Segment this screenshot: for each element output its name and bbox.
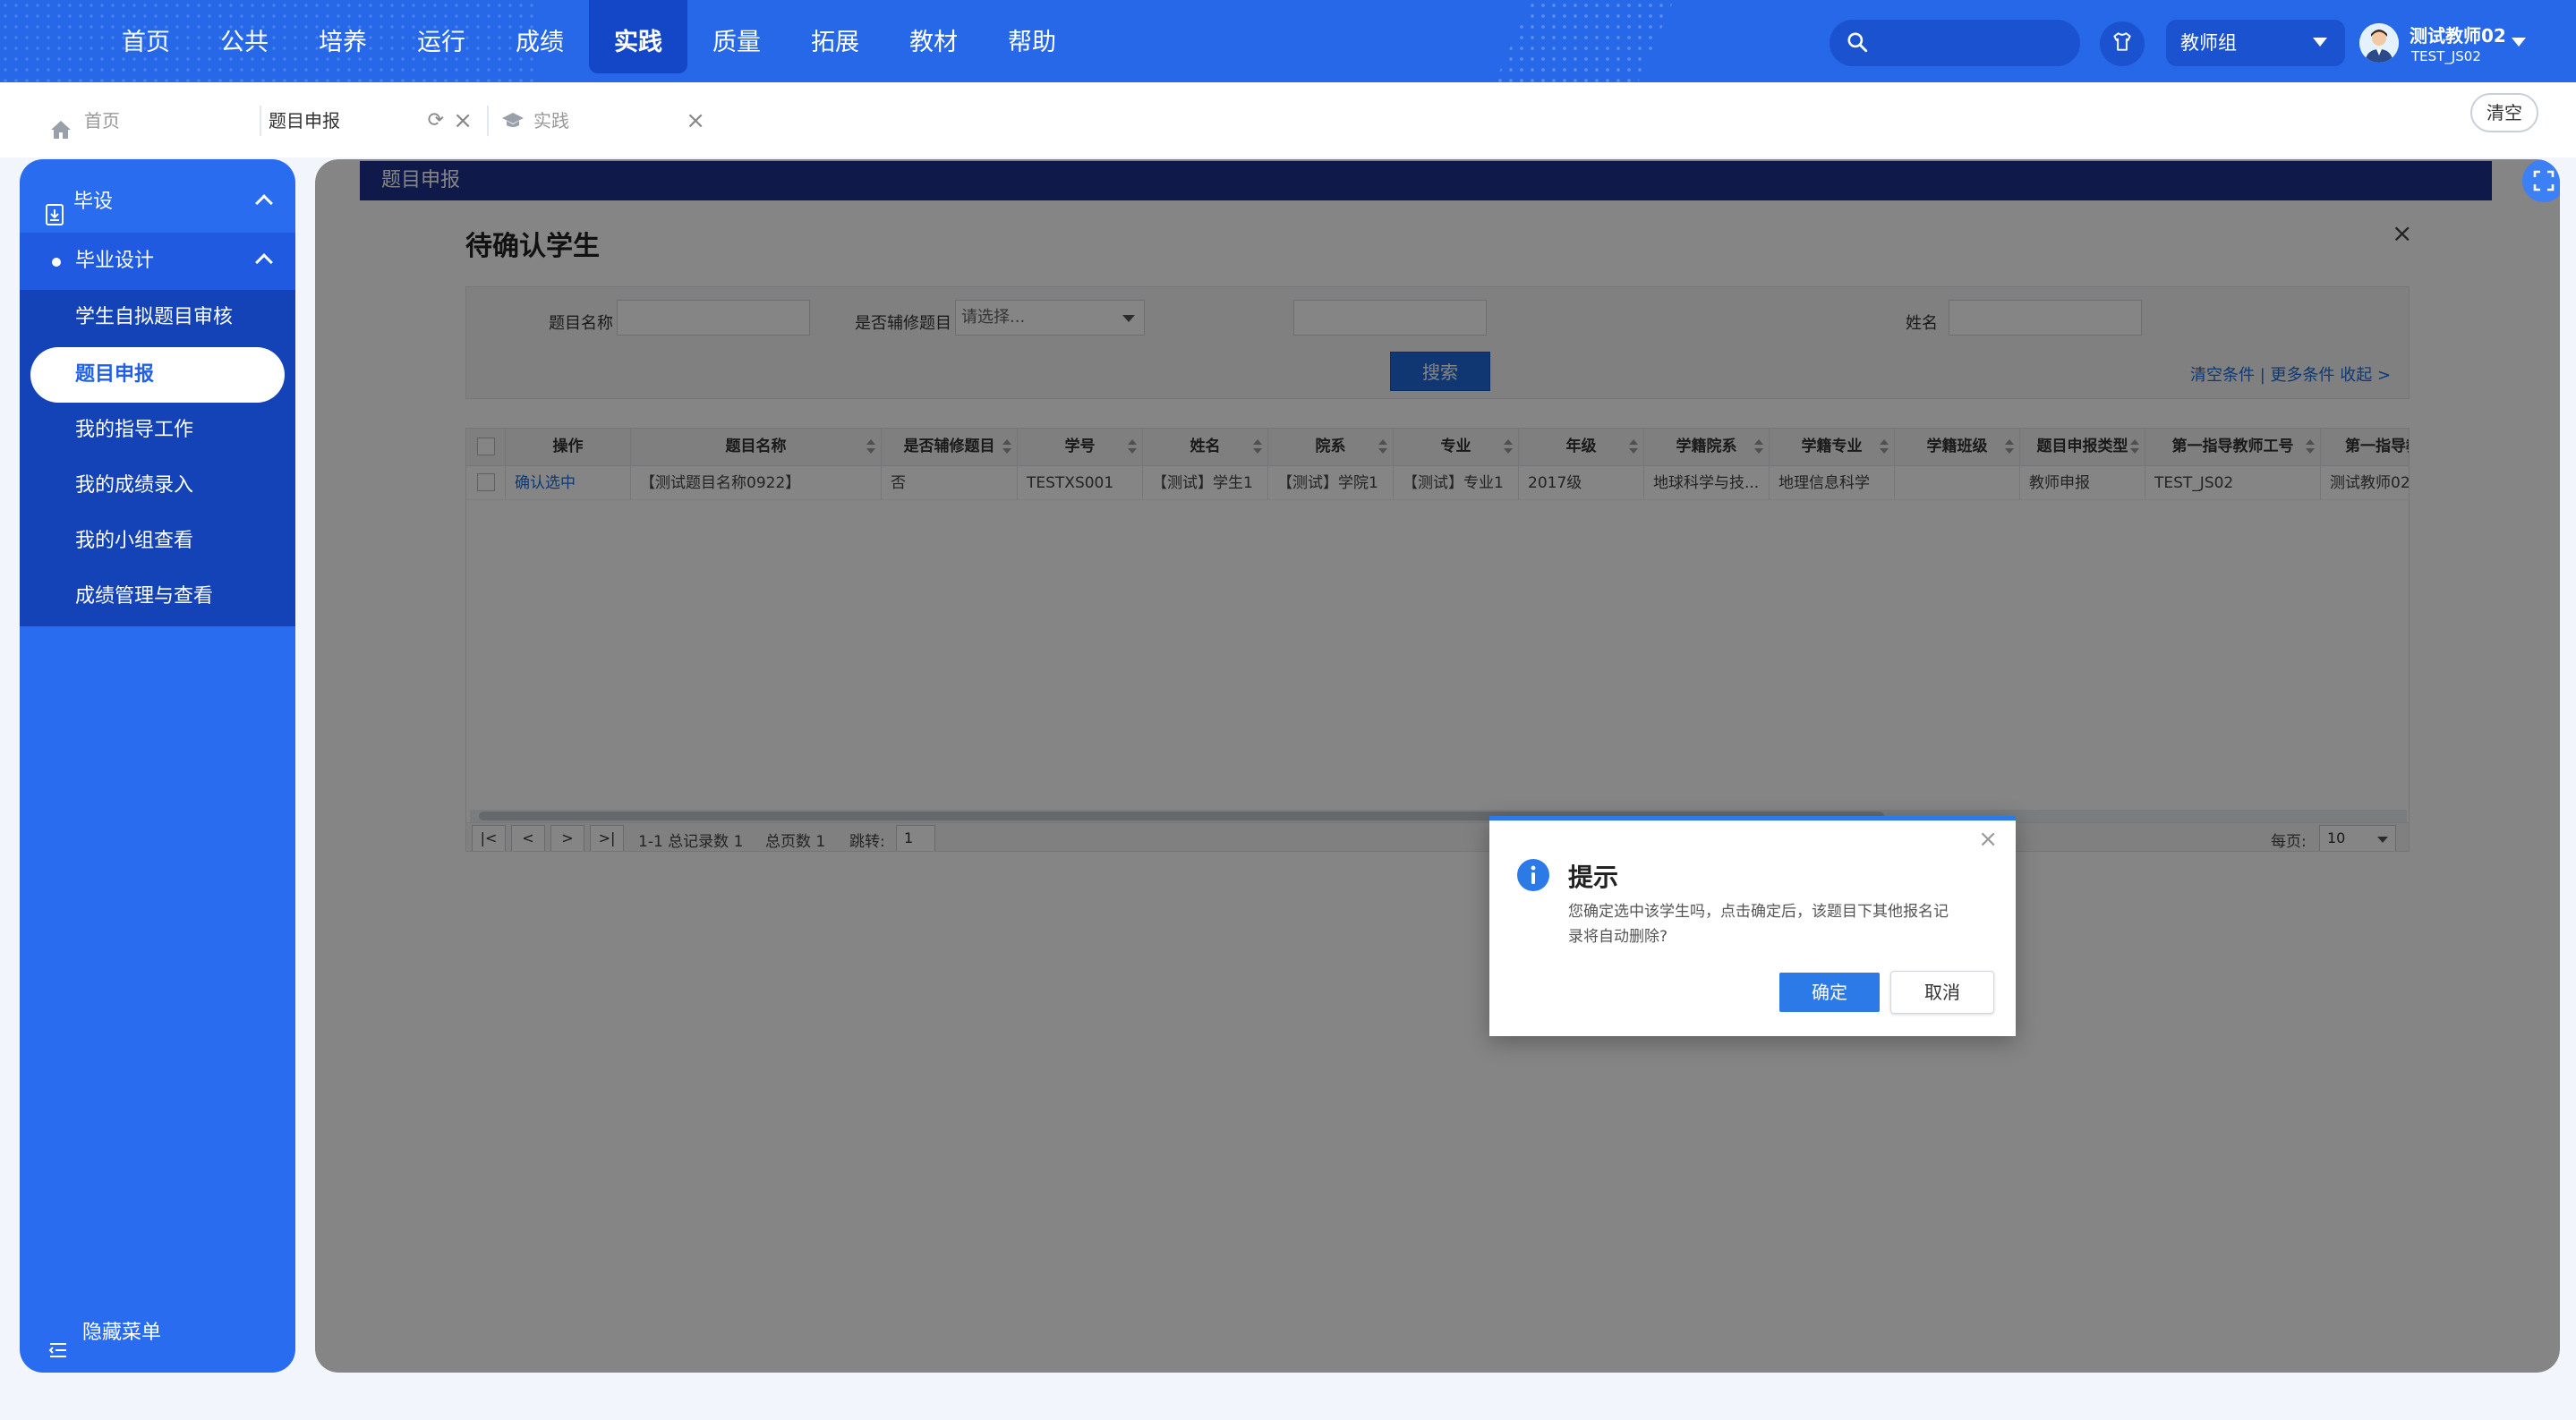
- sidebar-menu-list: 学生自拟题目审核 题目申报 我的指导工作 我的成绩录入 我的小组查看 成绩管理与…: [20, 290, 295, 626]
- tab-home-label: 首页: [84, 110, 120, 132]
- chevron-down-icon: [2313, 38, 2327, 47]
- menu-collapse-icon: [48, 1326, 68, 1373]
- nav-item-practice[interactable]: 实践: [589, 0, 687, 73]
- nav-item-training[interactable]: 培养: [294, 0, 392, 73]
- user-id: TEST_JS02: [2411, 48, 2481, 64]
- info-icon: [1516, 858, 1550, 896]
- sidebar-subgroup-design[interactable]: 毕业设计: [20, 233, 295, 290]
- role-select[interactable]: 教师组: [2166, 20, 2345, 66]
- confirm-button[interactable]: 确定: [1779, 973, 1880, 1012]
- nav-item-quality[interactable]: 质量: [687, 0, 786, 73]
- tabs-bar: 首页 题目申报 ⟳ × 实践 ×: [0, 82, 2576, 157]
- confirm-dialog: × 提示 您确定选中该学生吗，点击确定后，该题目下其他报名记录将自动删除? 确定…: [1489, 816, 2016, 1036]
- nav-item-help[interactable]: 帮助: [983, 0, 1081, 73]
- theme-button[interactable]: [2100, 21, 2145, 66]
- sidebar-group-graduation[interactable]: 毕设: [20, 174, 295, 231]
- close-icon[interactable]: ×: [686, 98, 705, 143]
- close-icon[interactable]: ×: [1978, 826, 1998, 853]
- nav-item-grades[interactable]: 成绩: [490, 0, 589, 73]
- global-search[interactable]: [1830, 20, 2080, 66]
- tab-divider: [487, 106, 489, 136]
- shirt-icon: [2111, 30, 2134, 57]
- close-icon[interactable]: ×: [453, 98, 473, 143]
- search-icon: [1846, 30, 1869, 57]
- chevron-up-icon: [255, 253, 273, 271]
- tab-practice-label: 实践: [533, 110, 569, 132]
- dot-pattern-decoration-2: [1495, 0, 1674, 82]
- sidebar-item-my-grade-entry[interactable]: 我的成绩录入: [20, 458, 295, 514]
- nav-item-public[interactable]: 公共: [195, 0, 294, 73]
- modal-overlay: [315, 159, 2560, 1373]
- graduation-cap-icon: [501, 98, 525, 147]
- sidebar-item-grade-management[interactable]: 成绩管理与查看: [20, 569, 295, 625]
- sidebar: 毕设 毕业设计 学生自拟题目审核 题目申报 我的指导工作 我的成绩录入 我的小组…: [20, 159, 295, 1373]
- sidebar-subgroup-label: 毕业设计: [75, 250, 155, 272]
- dialog-title: 提示: [1568, 863, 1619, 892]
- cancel-button[interactable]: 取消: [1890, 971, 1994, 1014]
- sidebar-item-my-guidance[interactable]: 我的指导工作: [20, 403, 295, 458]
- dialog-message: 您确定选中该学生吗，点击确定后，该题目下其他报名记录将自动删除?: [1568, 903, 1949, 946]
- main-nav: 首页 公共 培养 运行 成绩 实践 质量 拓展 教材 帮助: [97, 0, 1081, 82]
- user-menu-chevron-icon[interactable]: [2512, 38, 2526, 47]
- chevron-up-icon: [255, 194, 273, 212]
- bullet-dot: [52, 258, 61, 267]
- sidebar-item-topic-declaration[interactable]: 题目申报: [30, 347, 285, 403]
- search-input[interactable]: [1880, 27, 2068, 59]
- refresh-icon[interactable]: ⟳: [428, 98, 444, 143]
- nav-item-home[interactable]: 首页: [97, 0, 195, 73]
- main-content: 题目申报 待确认学生 × 题目名称 是否辅修题目 请选择... 学号 姓名 搜索…: [315, 159, 2560, 1373]
- sidebar-item-self-topic-review[interactable]: 学生自拟题目审核: [20, 290, 295, 345]
- fullscreen-icon[interactable]: [2522, 159, 2560, 202]
- sidebar-item-my-group[interactable]: 我的小组查看: [20, 514, 295, 569]
- role-select-value: 教师组: [2180, 32, 2237, 54]
- nav-item-textbook[interactable]: 教材: [884, 0, 983, 73]
- clear-tabs-button[interactable]: 清空: [2470, 93, 2538, 132]
- home-icon: [50, 111, 72, 156]
- tab-topic-declaration[interactable]: 题目申报 ⟳ ×: [269, 98, 483, 143]
- avatar[interactable]: [2359, 23, 2399, 63]
- top-navbar: 首页 公共 培养 运行 成绩 实践 质量 拓展 教材 帮助 教师组 测试教师02…: [0, 0, 2576, 82]
- hide-menu-label: 隐藏菜单: [82, 1322, 162, 1344]
- sidebar-group-label: 毕设: [73, 191, 114, 213]
- nav-item-operation[interactable]: 运行: [392, 0, 490, 73]
- tab-divider: [260, 106, 261, 136]
- nav-item-extension[interactable]: 拓展: [786, 0, 884, 73]
- user-name[interactable]: 测试教师02: [2410, 21, 2506, 47]
- tab-topic-label: 题目申报: [269, 110, 340, 132]
- hide-menu-button[interactable]: 隐藏菜单: [20, 1306, 295, 1360]
- tab-practice[interactable]: 实践 ×: [501, 98, 716, 143]
